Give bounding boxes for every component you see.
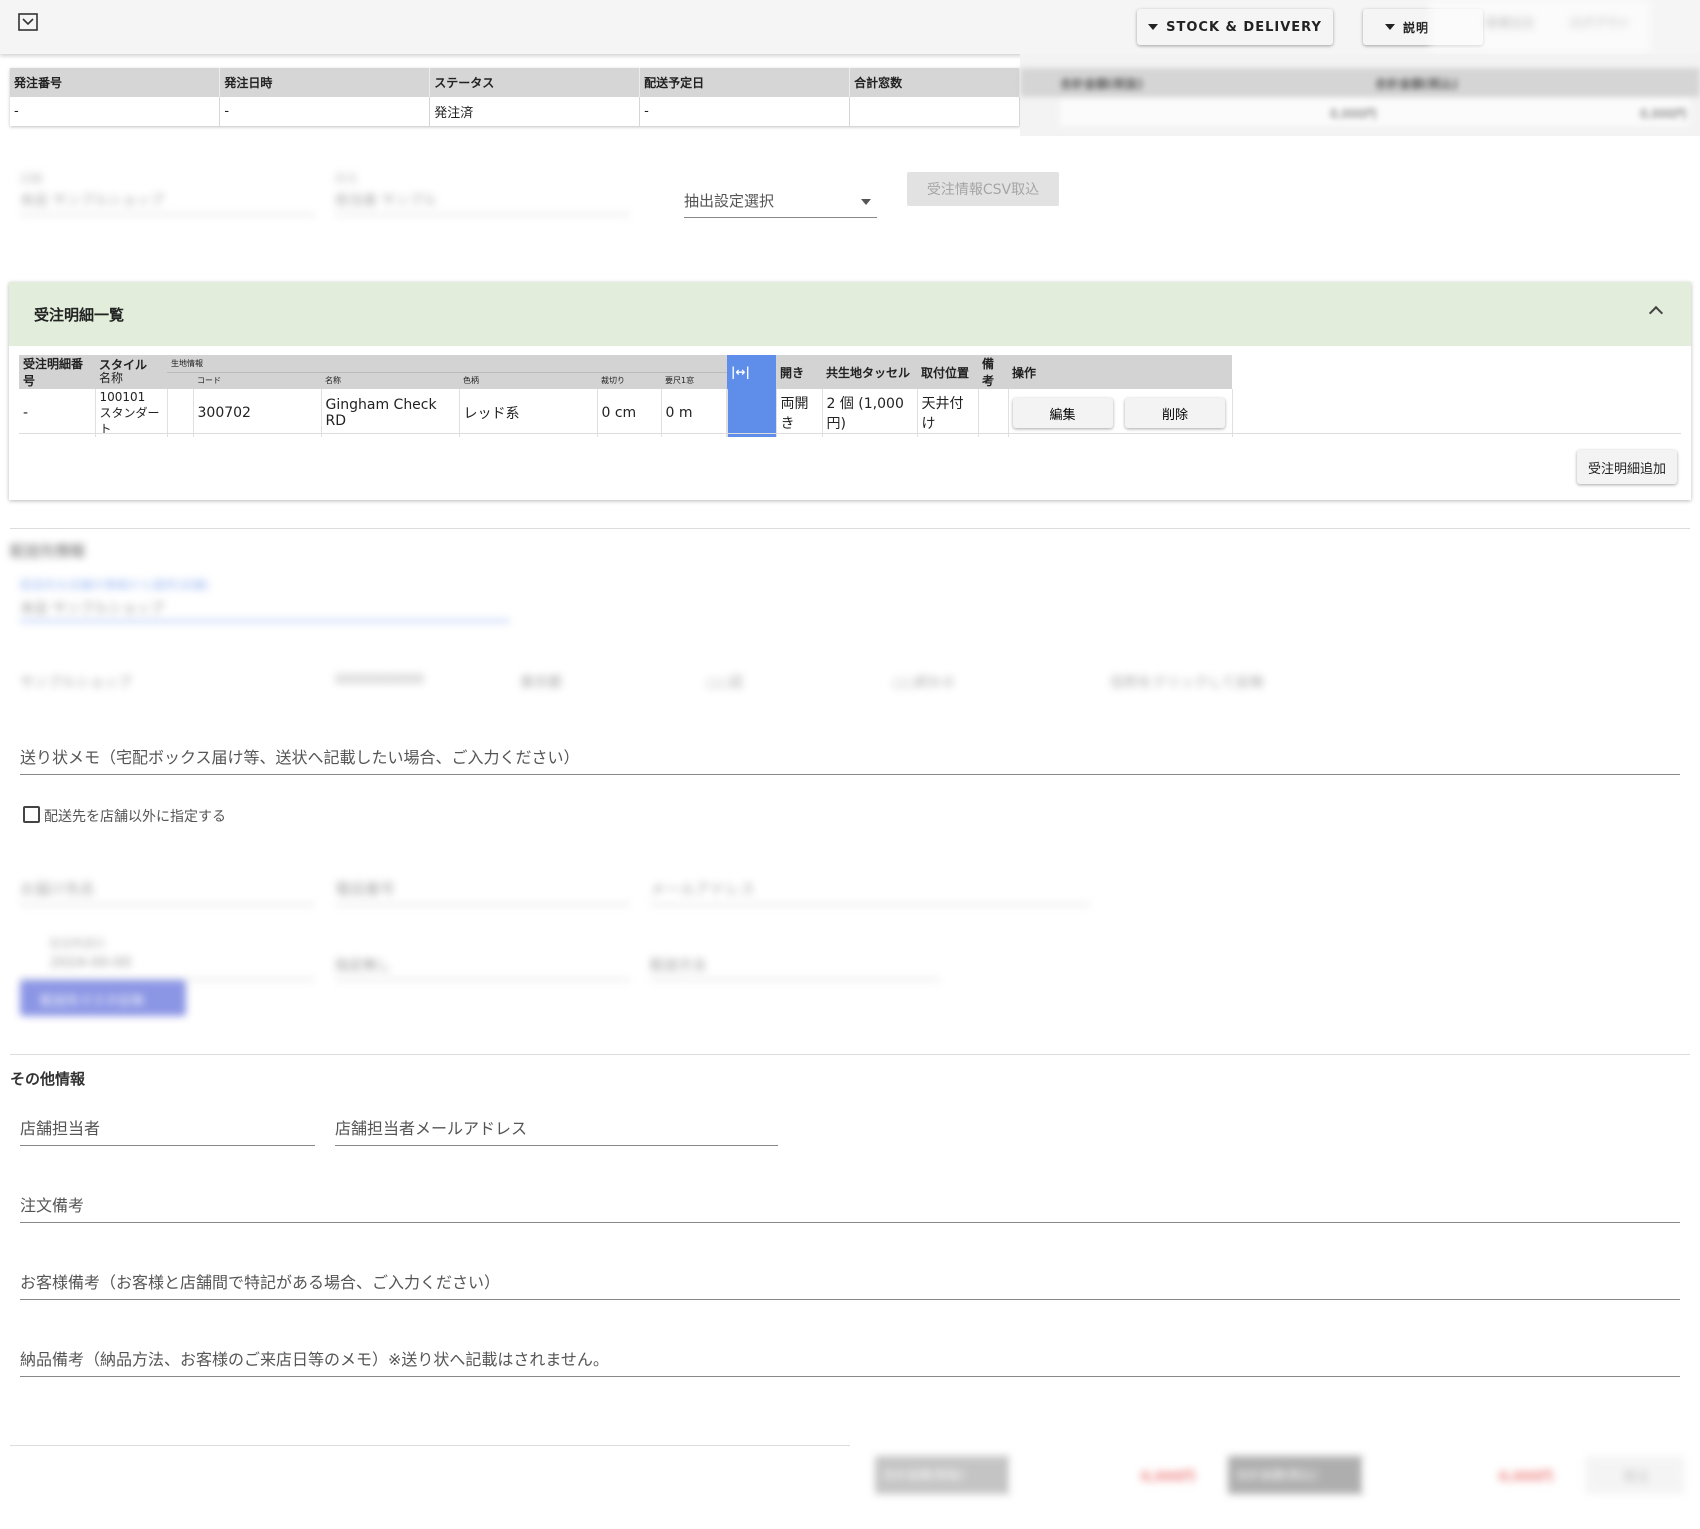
caret-down-icon [1385, 24, 1395, 30]
store-staff-field[interactable]: 店舗担当者 [20, 1112, 315, 1146]
recipient-name-field[interactable]: お届け先名 [20, 870, 315, 905]
edit-button[interactable]: 編集 [1012, 398, 1113, 428]
col-style: スタイル 名称 [95, 355, 167, 389]
order-date-value: - [219, 97, 431, 126]
col-remarks: 備考 [978, 355, 1008, 389]
col-name: 名称 [321, 372, 459, 389]
logout-link[interactable]: ログアウト [1570, 14, 1630, 31]
caret-down-icon [1148, 24, 1159, 30]
delivery-section-title: 配送先情報 [10, 542, 86, 560]
check-box-icon[interactable] [18, 13, 38, 31]
table-row: - - 発注済 - [10, 97, 1020, 126]
apply-delivery-master-button[interactable]: 配送先マスタ反映 [20, 980, 186, 1016]
delivery-method-select[interactable]: 配送方法 [650, 935, 940, 980]
col-tassel: 共生地タッセル [822, 355, 917, 389]
remarks-cell [978, 389, 1009, 437]
order-number-value: - [10, 97, 221, 126]
divider [19, 433, 1681, 434]
col-length: 要尺1窓 [661, 372, 726, 389]
header-delivery-date: 配送予定日 [639, 68, 851, 97]
submit-order-button[interactable]: 発注 [1585, 1456, 1685, 1494]
status-value: 発注済 [429, 97, 641, 126]
col-code: コード [193, 372, 321, 389]
delivery-store-select[interactable]: 配送先を店舗の情報から選択(店舗) 本店 サンプルショップ [20, 574, 510, 622]
header-order-number: 発注番号 [10, 68, 221, 97]
header-status: ステータス [429, 68, 641, 97]
order-note-field[interactable]: 注文備考 [20, 1189, 1680, 1223]
window-count-value [849, 97, 1020, 126]
add-detail-button[interactable]: 受注明細追加 [1577, 450, 1677, 484]
extract-setting-select[interactable]: 抽出設定選択 [684, 186, 877, 218]
detail-no-cell: - [19, 389, 96, 437]
style-cell: 100101 スタンダート [95, 389, 168, 437]
top-app-bar: STOCK & DELIVERY 説明 新規注文 ログアウト [0, 0, 1700, 54]
delivery-date-value: - [639, 97, 851, 126]
footer-value-2: 0,000円 [1363, 1456, 1563, 1494]
other-address-checkbox[interactable] [23, 806, 40, 823]
panel-header[interactable]: 受注明細一覧 [9, 282, 1691, 346]
table-row: - 100101 スタンダート 300702 Gingham Check RD … [19, 389, 1233, 437]
delete-button[interactable]: 削除 [1124, 398, 1225, 428]
footer-label-1: 合計金額(税抜) [875, 1456, 1010, 1494]
col-opening: 開き [776, 355, 822, 389]
csv-import-button[interactable]: 受注情報CSV取込 [907, 172, 1059, 206]
header-window-count: 合計窓数 [849, 68, 1020, 97]
divider [10, 1445, 850, 1446]
length-cell: 0 m [661, 389, 727, 437]
blurred-user-area: 新規注文 ログアウト [1430, 0, 1650, 52]
tassel-cell: 2 個 (1,000 円) [822, 389, 918, 437]
order-details-table: 受注明細番号 スタイル 名称 生地情報 |↔| 開き 共生地タッセル 取付位置 … [19, 355, 1233, 437]
other-address-label: 配送先を店舗以外に指定する [44, 809, 226, 825]
store-staff-email-field[interactable]: 店舗担当者メールアドレス [335, 1112, 778, 1146]
delivery-note-field[interactable]: 納品備考（納品方法、お客様のご来店日等のメモ）※送り状へ記載はされません。 [20, 1343, 1680, 1377]
divider [10, 1054, 1690, 1055]
expand-horizontal-icon[interactable]: |↔| [727, 355, 776, 389]
order-details-panel: 受注明細一覧 受注明細番号 スタイル 名称 生地情報 |↔| 開き 共生地タッセ… [9, 282, 1691, 500]
invoice-memo-field[interactable]: 送り状メモ（宅配ボックス届け等、送状へ記載したい場合、ご入力ください） [20, 740, 1680, 775]
color-cell: レッド系 [459, 389, 598, 437]
order-summary-table: 発注番号 発注日時 ステータス 配送予定日 合計窓数 - - 発注済 - [10, 68, 1020, 126]
opening-cell: 両開き [776, 389, 823, 437]
customer-note-field[interactable]: お客様備考（お客様と店舗間で特記がある場合、ご入力ください） [20, 1266, 1680, 1300]
col-detail-no: 受注明細番号 [19, 355, 95, 389]
header-order-date: 発注日時 [219, 68, 431, 97]
store-select[interactable]: 店舗 本店 サンプルショップ [20, 170, 315, 215]
col-actions: 操作 [1008, 355, 1232, 389]
code-cell: 300702 [193, 389, 322, 437]
delivery-store-info: サンプルショップ 0000000000 東京都 ○○区 ○○町0-0 住所をクリ… [20, 672, 1264, 691]
dropdown-arrow-icon [861, 199, 871, 205]
blurred-summary-area: 合計金額(税抜) 合計金額(税込) 0,000円 0,000円 [1020, 54, 1700, 136]
cut-cell: 0 cm [597, 389, 662, 437]
panel-title: 受注明細一覧 [34, 305, 125, 324]
col-fabric-group: 生地情報 [167, 355, 727, 373]
col-mount: 取付位置 [917, 355, 978, 389]
delivery-date-picker[interactable]: 配送希望日 2024-00-00 [20, 935, 315, 980]
actions-cell: 編集 削除 [1008, 389, 1233, 437]
recipient-phone-field[interactable]: 電話番号 [335, 870, 630, 905]
name-cell: Gingham Check RD [321, 389, 460, 437]
footer-label-2: 合計金額(税込) [1228, 1456, 1363, 1494]
col-color: 色柄 [459, 372, 597, 389]
mount-cell: 天井付け [917, 389, 979, 437]
divider [10, 528, 1690, 529]
recipient-email-field[interactable]: メールアドレス [650, 870, 1090, 905]
stock-delivery-button[interactable]: STOCK & DELIVERY [1137, 9, 1333, 45]
col-cut: 裁切り [597, 372, 661, 389]
delivery-time-select[interactable]: 指定無し [335, 935, 630, 980]
staff-select[interactable]: 担当 担当者 サンプル [335, 170, 630, 215]
other-info-title: その他情報 [10, 1070, 86, 1088]
chevron-up-icon[interactable] [1648, 305, 1664, 321]
footer-value-1: 0,000円 [1010, 1456, 1205, 1494]
